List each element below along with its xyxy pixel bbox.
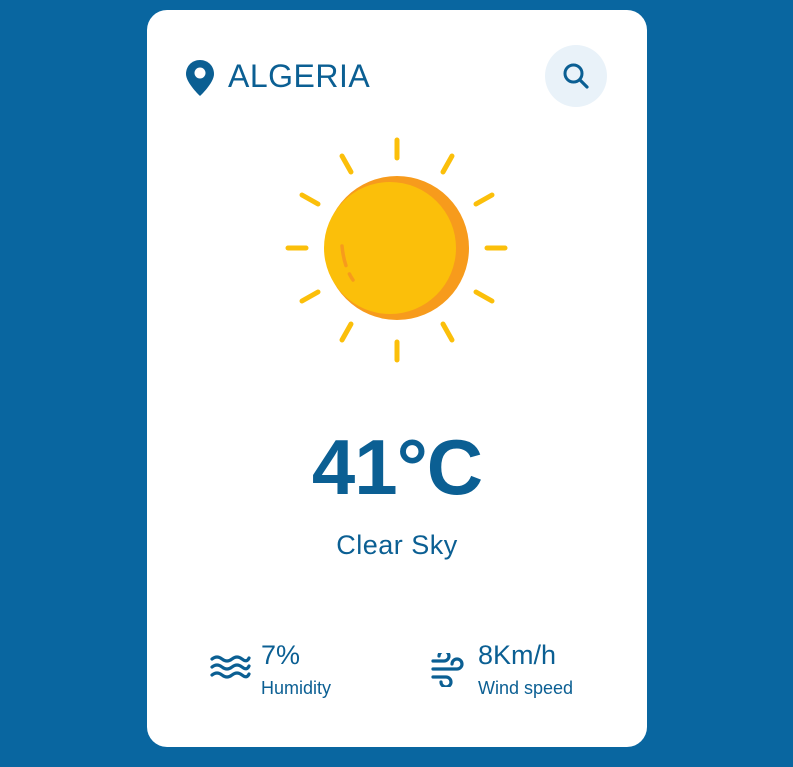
weather-card: ALGERIA 41°C Clear Sky 7% Humidity 8Km/h… <box>147 10 647 747</box>
temperature-value: 41°C <box>311 423 483 511</box>
humidity-waves-icon <box>209 653 251 690</box>
wind-label: Wind speed <box>478 678 574 698</box>
humidity-value: 7% <box>261 640 301 670</box>
map-pin-icon <box>184 59 216 97</box>
humidity-label: Humidity <box>261 678 332 698</box>
location-name: ALGERIA <box>228 58 371 94</box>
wind-icon <box>430 649 466 692</box>
weather-description: Clear Sky <box>336 530 458 560</box>
search-button[interactable] <box>545 45 607 107</box>
sun-icon <box>282 135 512 365</box>
wind-value: 8Km/h <box>478 640 557 670</box>
